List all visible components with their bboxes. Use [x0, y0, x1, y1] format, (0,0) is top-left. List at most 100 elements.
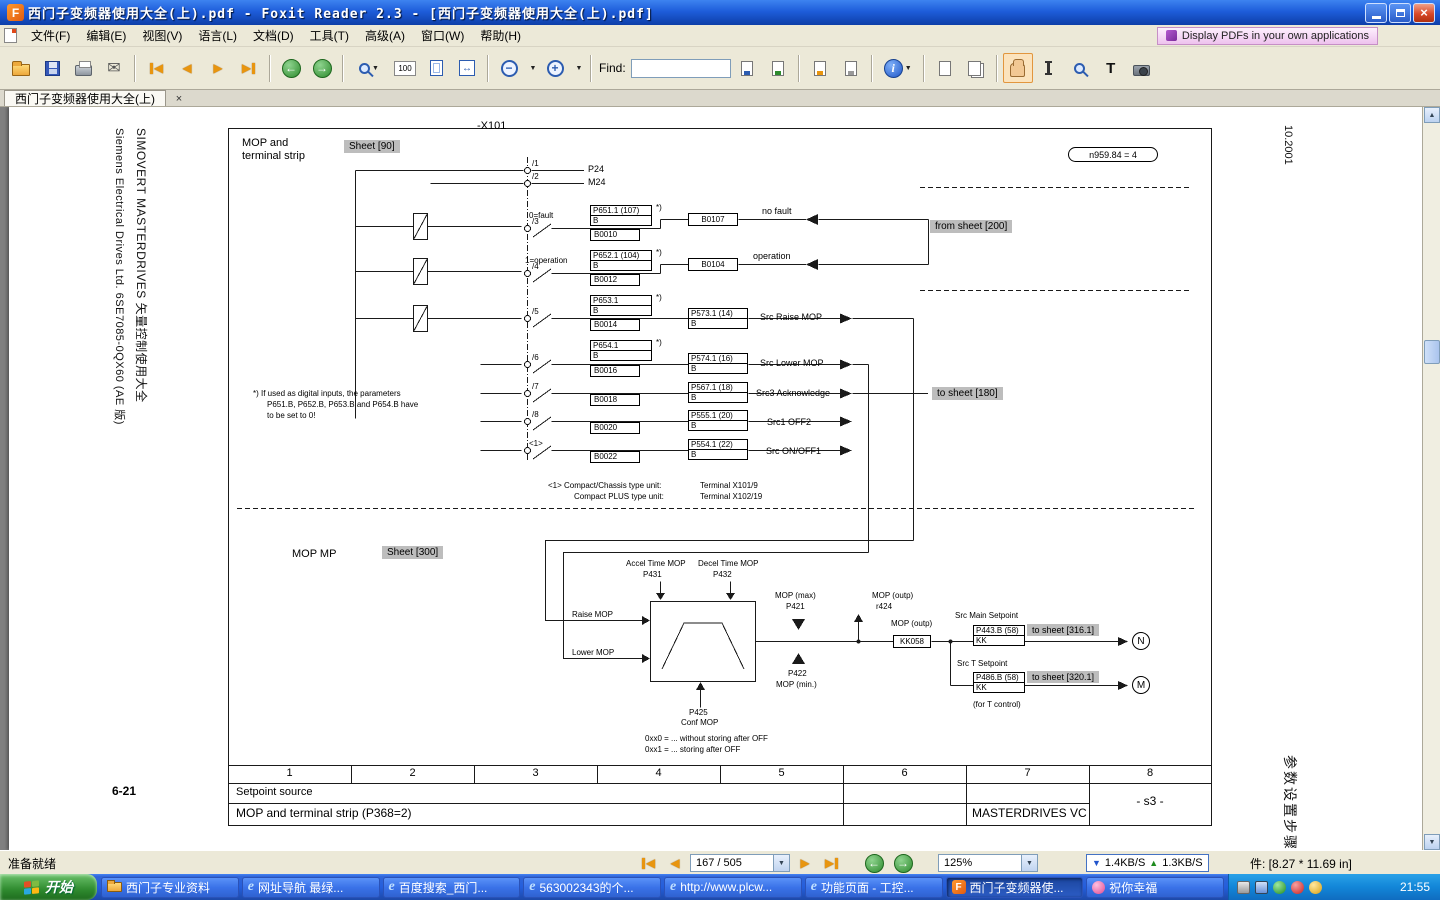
- task-browser-1[interactable]: e网址导航 最绿...: [242, 877, 380, 898]
- restore-button[interactable]: [1389, 3, 1411, 23]
- loupe-button[interactable]: [1065, 53, 1095, 83]
- page-number-combo[interactable]: 167 / 505 ▼: [690, 854, 790, 872]
- email-button[interactable]: ✉: [99, 53, 129, 83]
- toolbar-separator: [134, 55, 136, 82]
- document-area[interactable]: Siemens Electrical Drives Ltd. 6SE7085-0…: [0, 107, 1440, 850]
- open-button[interactable]: [6, 53, 36, 83]
- task-chat[interactable]: 祝你幸福: [1086, 877, 1224, 898]
- continuous-page-button[interactable]: [961, 53, 991, 83]
- zoom-combo-dropdown-icon[interactable]: ▼: [1021, 855, 1037, 871]
- promo-banner[interactable]: Display PDFs in your own applications: [1157, 27, 1378, 45]
- footnote-line: P651.B, P652.B, P653.B and P654.B have: [267, 400, 418, 409]
- mop-mp-label: MOP MP: [292, 548, 336, 561]
- scrollbar-thumb[interactable]: [1424, 340, 1440, 364]
- zoom-out-menu-button[interactable]: ▼: [525, 53, 539, 83]
- connector-box: P554.1 (22)B: [688, 439, 748, 460]
- document-size-info: 件: [8.27 * 11.69 in]: [1250, 851, 1352, 875]
- menu-file[interactable]: 文件(F): [23, 25, 78, 46]
- input-method-icon[interactable]: [1237, 881, 1250, 894]
- menu-tools[interactable]: 工具(T): [302, 25, 357, 46]
- zoom-100-button[interactable]: 100: [390, 53, 420, 83]
- signal-label: Src ON/OFF1: [766, 446, 821, 456]
- zoom-tool-button[interactable]: ▼: [349, 53, 389, 83]
- menu-edit[interactable]: 编辑(E): [78, 25, 134, 46]
- print-button[interactable]: [68, 53, 98, 83]
- menu-document[interactable]: 文档(D): [245, 25, 302, 46]
- fit-page-button[interactable]: [421, 53, 451, 83]
- status-next-page-button[interactable]: ▶: [793, 853, 817, 873]
- select-text-button[interactable]: [1034, 53, 1064, 83]
- menu-window[interactable]: 窗口(W): [413, 25, 472, 46]
- windows-flag-icon: [24, 880, 39, 894]
- task-folder[interactable]: 西门子专业资料: [101, 877, 239, 898]
- zoom-in-menu-button[interactable]: ▼: [571, 53, 585, 83]
- menu-advanced[interactable]: 高级(A): [357, 25, 413, 46]
- task-browser-2[interactable]: e百度搜索_西门...: [383, 877, 521, 898]
- start-button[interactable]: 开始: [0, 874, 97, 900]
- storing-note: 0xx0 = ... without storing after OFF: [645, 734, 768, 743]
- zoom-in-button[interactable]: +: [540, 53, 570, 83]
- camera-button[interactable]: [1127, 53, 1157, 83]
- task-browser-4[interactable]: ehttp://www.plcw...: [664, 877, 802, 898]
- titlebar[interactable]: F 西门子变频器使用大全(上).pdf - Foxit Reader 2.3 -…: [0, 0, 1440, 25]
- keyboard-icon[interactable]: [1255, 881, 1268, 894]
- vertical-scrollbar[interactable]: ▲ ▼: [1422, 107, 1440, 850]
- tab-close-icon[interactable]: ×: [172, 92, 186, 106]
- next-page-button[interactable]: ▶: [203, 53, 233, 83]
- task-foxit-active[interactable]: F西门子变频器使...: [946, 877, 1084, 898]
- tray-monitor-icon[interactable]: [1291, 881, 1304, 894]
- p421-label: P421: [786, 602, 805, 611]
- right-margin-date: 10.2001: [1282, 125, 1294, 165]
- last-page-button[interactable]: ▶: [234, 53, 264, 83]
- single-page-button[interactable]: [930, 53, 960, 83]
- find-next-button[interactable]: [732, 53, 762, 83]
- go-forward-button[interactable]: →: [307, 53, 337, 83]
- first-page-button[interactable]: ◀: [141, 53, 171, 83]
- task-browser-3[interactable]: e563002343的个...: [523, 877, 661, 898]
- info-button[interactable]: i▼: [878, 53, 918, 83]
- go-back-button[interactable]: ←: [276, 53, 306, 83]
- zoom-combo[interactable]: 125% ▼: [938, 854, 1038, 872]
- page-combo-dropdown-icon[interactable]: ▼: [773, 855, 789, 871]
- storing-note: 0xx1 = ... storing after OFF: [645, 745, 740, 754]
- status-back-button[interactable]: ←: [861, 852, 887, 874]
- mop-outp-label: MOP (outp): [872, 591, 913, 600]
- find-input[interactable]: [631, 59, 731, 78]
- status-first-page-button[interactable]: ◀: [636, 853, 660, 873]
- find-next-icon: [741, 61, 753, 76]
- magnifier-icon: [359, 63, 370, 74]
- fit-width-button[interactable]: ↔: [452, 53, 482, 83]
- connector-box: P574.1 (16)B: [688, 353, 748, 374]
- menu-view[interactable]: 视图(V): [134, 25, 190, 46]
- status-forward-button[interactable]: →: [890, 852, 916, 874]
- prev-page-button[interactable]: ◀: [172, 53, 202, 83]
- find-prev-button[interactable]: [763, 53, 793, 83]
- sheet-300-ref: Sheet [300]: [382, 546, 443, 559]
- binector-box: B0012: [590, 274, 640, 286]
- hand-tool-button[interactable]: [1003, 53, 1033, 83]
- terminal-strip-label: -X101: [477, 120, 506, 133]
- document-tab[interactable]: 西门子变频器使用大全(上): [4, 90, 166, 106]
- minimize-button[interactable]: [1365, 3, 1387, 23]
- save-button[interactable]: [37, 53, 67, 83]
- close-button[interactable]: ×: [1413, 3, 1435, 23]
- tray-antivirus-icon[interactable]: [1273, 881, 1286, 894]
- scroll-up-button[interactable]: ▲: [1424, 107, 1440, 123]
- status-last-page-button[interactable]: ▶: [820, 853, 844, 873]
- taskbar: 开始 西门子专业资料 e网址导航 最绿... e百度搜索_西门... e5630…: [0, 874, 1440, 900]
- menu-help[interactable]: 帮助(H): [472, 25, 529, 46]
- scroll-down-button[interactable]: ▼: [1424, 834, 1440, 850]
- snapshot-button[interactable]: [805, 53, 835, 83]
- zoom-out-button[interactable]: −: [494, 53, 524, 83]
- right-margin-chapter: 参数设置步骤: [1280, 755, 1300, 850]
- toolbar-separator: [871, 55, 873, 82]
- menu-language[interactable]: 语言(L): [190, 25, 245, 46]
- status-prev-page-button[interactable]: ◀: [663, 853, 687, 873]
- compact-note-terminal: Terminal X102/19: [700, 492, 762, 501]
- from-sheet-ref: from sheet [200]: [930, 220, 1012, 233]
- document-icon[interactable]: [4, 28, 17, 43]
- clipboard-button[interactable]: [836, 53, 866, 83]
- typewriter-button[interactable]: T: [1096, 53, 1126, 83]
- tray-messenger-icon[interactable]: [1309, 881, 1322, 894]
- task-browser-5[interactable]: e功能页面 - 工控...: [805, 877, 943, 898]
